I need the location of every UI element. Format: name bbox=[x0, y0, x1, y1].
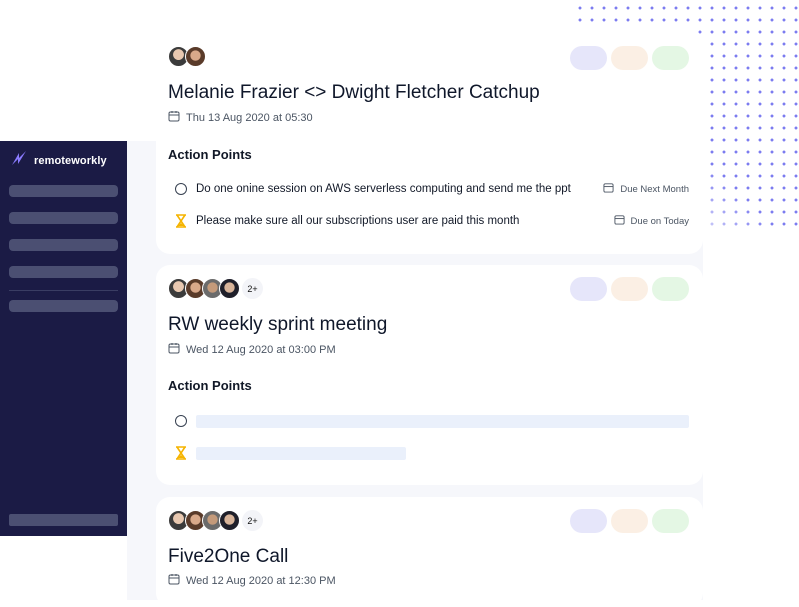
action-point-row[interactable] bbox=[174, 414, 689, 428]
sidebar-item[interactable] bbox=[9, 300, 118, 312]
tag-pill[interactable] bbox=[652, 509, 689, 533]
meeting-title[interactable]: Melanie Frazier <> Dwight Fletcher Catch… bbox=[168, 82, 540, 104]
brand-logo[interactable]: remoteworkly bbox=[10, 149, 107, 172]
calendar-icon bbox=[168, 573, 180, 588]
avatar bbox=[219, 278, 240, 299]
calendar-icon bbox=[603, 182, 614, 196]
meeting-datetime: Wed 12 Aug 2020 at 12:30 PM bbox=[186, 574, 336, 587]
action-point-text: Please make sure all our subscriptions u… bbox=[196, 215, 520, 227]
meeting-card[interactable]: Melanie Frazier <> Dwight Fletcher Catch… bbox=[156, 30, 703, 254]
tag-pills bbox=[570, 277, 689, 301]
participant-avatars bbox=[168, 46, 206, 67]
more-participants-badge[interactable]: 2+ bbox=[242, 510, 263, 531]
tag-pills bbox=[570, 46, 689, 70]
sidebar-item[interactable] bbox=[9, 266, 118, 278]
hourglass-icon[interactable] bbox=[174, 446, 188, 460]
action-point-row[interactable]: Do one onine session on AWS serverless c… bbox=[174, 182, 689, 196]
tag-pill[interactable] bbox=[652, 277, 689, 301]
circle-icon[interactable] bbox=[174, 414, 188, 428]
tag-pill[interactable] bbox=[652, 46, 689, 70]
sidebar-divider bbox=[9, 290, 118, 291]
tag-pill[interactable] bbox=[611, 509, 648, 533]
avatar bbox=[219, 510, 240, 531]
circle-icon[interactable] bbox=[174, 182, 188, 196]
action-points-label: Action Points bbox=[168, 147, 252, 162]
sidebar: remoteworkly bbox=[0, 141, 127, 536]
meeting-date: Wed 12 Aug 2020 at 03:00 PM bbox=[168, 342, 336, 357]
action-point-row[interactable]: Please make sure all our subscriptions u… bbox=[174, 214, 689, 228]
sidebar-item[interactable] bbox=[9, 212, 118, 224]
due-label: Due Next Month bbox=[620, 183, 689, 195]
meeting-datetime: Wed 12 Aug 2020 at 03:00 PM bbox=[186, 343, 336, 356]
meeting-title[interactable]: RW weekly sprint meeting bbox=[168, 314, 387, 336]
meeting-date: Wed 12 Aug 2020 at 12:30 PM bbox=[168, 573, 336, 588]
due-label: Due on Today bbox=[630, 215, 689, 227]
due-date: Due Next Month bbox=[603, 182, 689, 196]
tag-pills bbox=[570, 509, 689, 533]
tag-pill[interactable] bbox=[570, 277, 607, 301]
sidebar-item[interactable] bbox=[9, 185, 118, 197]
calendar-icon bbox=[168, 342, 180, 357]
meeting-card[interactable]: 2+ RW weekly sprint meeting Wed 12 Aug 2… bbox=[156, 265, 703, 485]
action-point-text: Do one onine session on AWS serverless c… bbox=[196, 183, 571, 195]
due-date: Due on Today bbox=[614, 214, 689, 228]
calendar-icon bbox=[168, 110, 180, 125]
avatar bbox=[185, 46, 206, 67]
action-point-placeholder bbox=[196, 446, 406, 460]
participant-avatars: 2+ bbox=[168, 510, 263, 531]
meeting-title[interactable]: Five2One Call bbox=[168, 546, 288, 568]
tag-pill[interactable] bbox=[611, 277, 648, 301]
sidebar-footer-item[interactable] bbox=[9, 514, 118, 526]
lightning-logo-icon bbox=[10, 149, 28, 172]
meeting-card[interactable]: 2+ Five2One Call Wed 12 Aug 2020 at 12:3… bbox=[156, 497, 703, 607]
hourglass-icon[interactable] bbox=[174, 214, 188, 228]
tag-pill[interactable] bbox=[570, 46, 607, 70]
calendar-icon bbox=[614, 214, 625, 228]
tag-pill[interactable] bbox=[611, 46, 648, 70]
more-participants-badge[interactable]: 2+ bbox=[242, 278, 263, 299]
action-point-placeholder bbox=[195, 414, 689, 428]
sidebar-item[interactable] bbox=[9, 239, 118, 251]
action-points-label: Action Points bbox=[168, 378, 252, 393]
meeting-date: Thu 13 Aug 2020 at 05:30 bbox=[168, 110, 313, 125]
action-point-row[interactable] bbox=[174, 446, 689, 460]
brand-name: remoteworkly bbox=[34, 154, 107, 167]
tag-pill[interactable] bbox=[570, 509, 607, 533]
participant-avatars: 2+ bbox=[168, 278, 263, 299]
meeting-datetime: Thu 13 Aug 2020 at 05:30 bbox=[186, 111, 313, 124]
